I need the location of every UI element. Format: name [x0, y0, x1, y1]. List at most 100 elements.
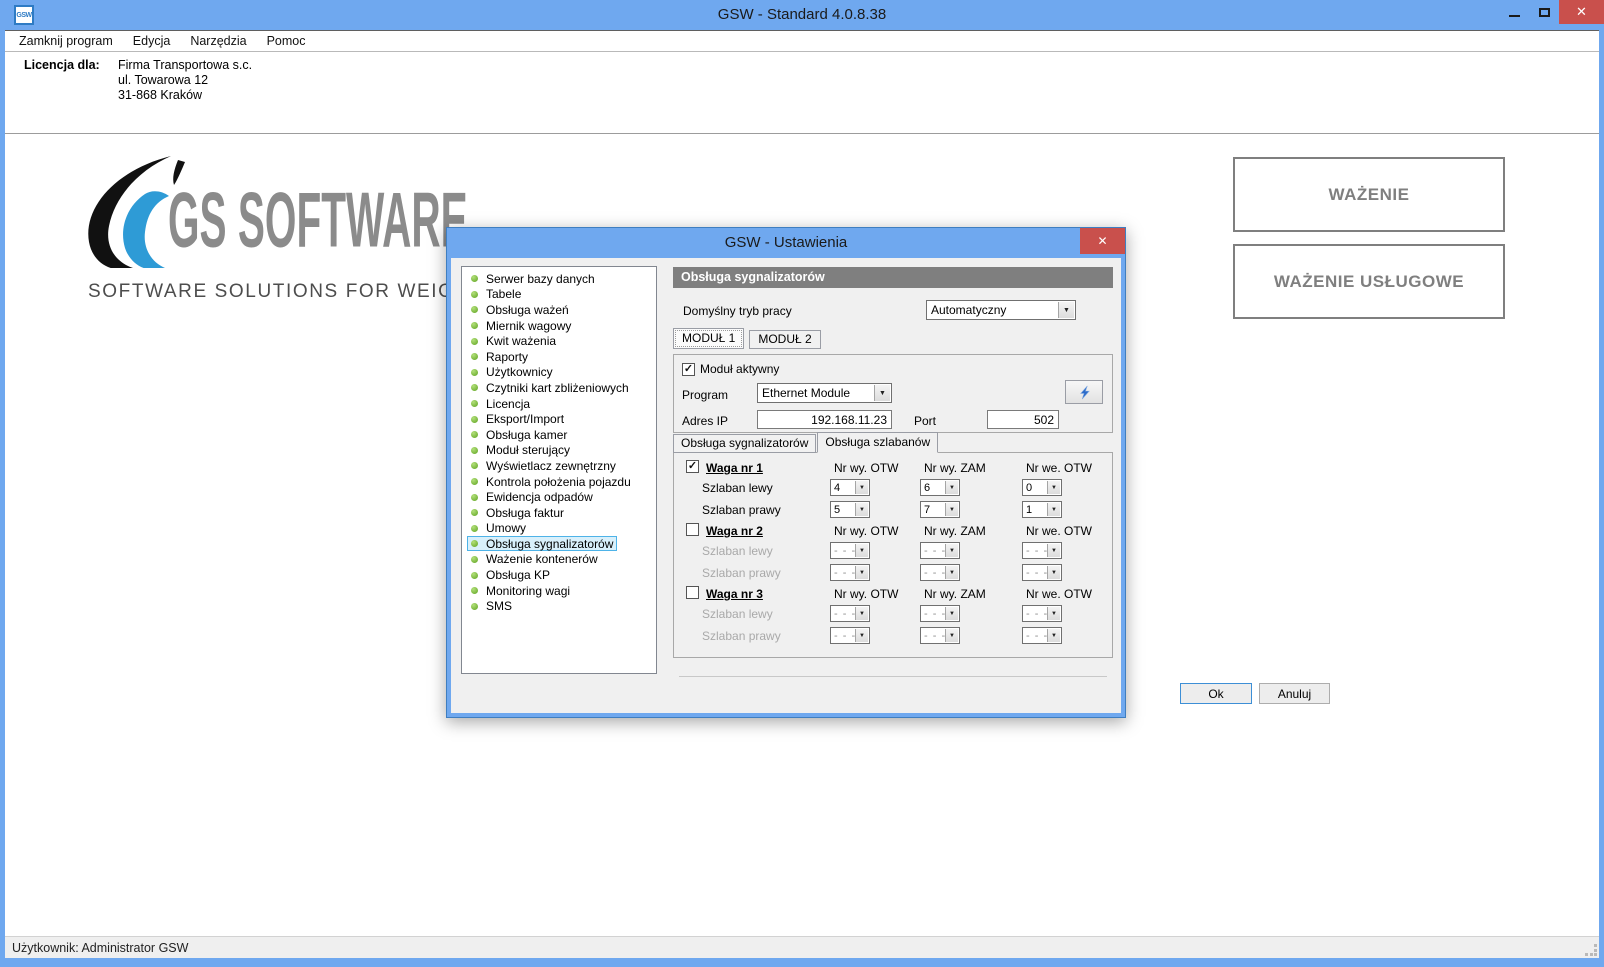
- szlaban-lewy-we-otw-select[interactable]: - - -▼: [1022, 542, 1062, 559]
- waga-nr-2-checkbox[interactable]: [686, 523, 699, 536]
- chevron-down-icon[interactable]: ▼: [945, 544, 958, 557]
- list-item-miernik-wagowy[interactable]: Miernik wagowy: [462, 318, 656, 334]
- green-dot-icon: [471, 353, 478, 360]
- chevron-down-icon[interactable]: ▼: [1047, 607, 1060, 620]
- szlaban-prawy-we-otw-select[interactable]: 1▼: [1022, 501, 1062, 518]
- szlaban-prawy-wy-zam-select[interactable]: - - -▼: [920, 564, 960, 581]
- close-button[interactable]: ✕: [1559, 0, 1604, 24]
- chevron-down-icon[interactable]: ▼: [1058, 302, 1074, 318]
- szlaban-lewy-wy-zam-select[interactable]: - - -▼: [920, 605, 960, 622]
- module-active-row[interactable]: ✓ Moduł aktywny: [682, 362, 779, 376]
- list-item-serwer-bazy-danych[interactable]: Serwer bazy danych: [462, 271, 656, 287]
- minimize-button[interactable]: [1499, 0, 1529, 24]
- list-item-obsługa-kp[interactable]: Obsługa KP: [462, 567, 656, 583]
- list-item-label: Obsługa kamer: [486, 428, 567, 442]
- list-item-label: Kwit ważenia: [486, 334, 556, 348]
- menu-item-narzędzia[interactable]: Narzędzia: [180, 31, 256, 52]
- program-select[interactable]: Ethernet Module ▼: [757, 383, 892, 403]
- szlaban-prawy-wy-zam-select[interactable]: - - -▼: [920, 627, 960, 644]
- list-item-wyświetlacz-zewnętrzny[interactable]: Wyświetlacz zewnętrzny: [462, 458, 656, 474]
- chevron-down-icon[interactable]: ▼: [874, 385, 890, 401]
- settings-dialog: GSW - Ustawienia ✕ Serwer bazy danychTab…: [446, 227, 1126, 718]
- szlaban-lewy-wy-zam-select[interactable]: 6▼: [920, 479, 960, 496]
- chevron-down-icon[interactable]: ▼: [1047, 629, 1060, 642]
- chevron-down-icon[interactable]: ▼: [945, 607, 958, 620]
- maximize-button[interactable]: [1529, 0, 1559, 24]
- dialog-close-button[interactable]: ✕: [1080, 228, 1125, 254]
- tab-moduł-2[interactable]: MODUŁ 2: [749, 330, 820, 349]
- list-item-tabele[interactable]: Tabele: [462, 287, 656, 303]
- subtab-obsługa-sygnalizatorów[interactable]: Obsługa sygnalizatorów: [673, 434, 816, 453]
- chevron-down-icon[interactable]: ▼: [945, 481, 958, 494]
- chevron-down-icon[interactable]: ▼: [855, 629, 868, 642]
- list-item-licencja[interactable]: Licencja: [462, 396, 656, 412]
- program-label: Program: [682, 388, 728, 402]
- szlaban-lewy-we-otw-select[interactable]: - - -▼: [1022, 605, 1062, 622]
- list-item-box: Kwit ważenia: [467, 334, 560, 349]
- subtab-obsługa-szlabanów[interactable]: Obsługa szlabanów: [817, 432, 938, 453]
- chevron-down-icon[interactable]: ▼: [1047, 503, 1060, 516]
- szlaban-lewy-wy-zam-select[interactable]: - - -▼: [920, 542, 960, 559]
- szlaban-prawy-wy-otw-select[interactable]: - - -▼: [830, 627, 870, 644]
- cancel-button[interactable]: Anuluj: [1259, 683, 1330, 704]
- list-item-ważenie-kontenerów[interactable]: Ważenie kontenerów: [462, 552, 656, 568]
- waga-nr-3-checkbox[interactable]: [686, 586, 699, 599]
- szlaban-prawy-wy-otw-select[interactable]: - - -▼: [830, 564, 870, 581]
- default-mode-select[interactable]: Automatyczny ▼: [926, 300, 1076, 320]
- test-connection-button[interactable]: [1065, 380, 1103, 404]
- chevron-down-icon[interactable]: ▼: [855, 481, 868, 494]
- list-item-moduł-sterujący[interactable]: Moduł sterujący: [462, 443, 656, 459]
- chevron-down-icon[interactable]: ▼: [945, 566, 958, 579]
- list-item-użytkownicy[interactable]: Użytkownicy: [462, 365, 656, 381]
- menu-item-edycja[interactable]: Edycja: [123, 31, 181, 52]
- szlaban-lewy-wy-otw-select[interactable]: - - -▼: [830, 542, 870, 559]
- chevron-down-icon[interactable]: ▼: [1047, 566, 1060, 579]
- chevron-down-icon[interactable]: ▼: [855, 566, 868, 579]
- menu-item-pomoc[interactable]: Pomoc: [257, 31, 316, 52]
- list-item-sms[interactable]: SMS: [462, 598, 656, 614]
- szlaban-prawy-we-otw-select[interactable]: - - -▼: [1022, 627, 1062, 644]
- module-active-checkbox[interactable]: ✓: [682, 363, 695, 376]
- green-dot-icon: [471, 540, 478, 547]
- ip-field[interactable]: 192.168.11.23: [757, 410, 892, 429]
- list-item-raporty[interactable]: Raporty: [462, 349, 656, 365]
- list-item-kwit-ważenia[interactable]: Kwit ważenia: [462, 333, 656, 349]
- chevron-down-icon[interactable]: ▼: [945, 629, 958, 642]
- waga-nr-1-checkbox[interactable]: ✓: [686, 460, 699, 473]
- menu-item-zamknij-program[interactable]: Zamknij program: [9, 31, 123, 52]
- list-item-czytniki-kart-zbliżeniowych[interactable]: Czytniki kart zbliżeniowych: [462, 380, 656, 396]
- wazenie-button[interactable]: WAŻENIE: [1233, 157, 1505, 232]
- szlaban-lewy-wy-otw-select[interactable]: - - -▼: [830, 605, 870, 622]
- list-item-umowy[interactable]: Umowy: [462, 521, 656, 537]
- chevron-down-icon[interactable]: ▼: [1047, 481, 1060, 494]
- chevron-down-icon[interactable]: ▼: [855, 503, 868, 516]
- column-header-we-otw: Nr we. OTW: [1026, 461, 1092, 475]
- default-mode-label: Domyślny tryb pracy: [683, 304, 792, 318]
- chevron-down-icon[interactable]: ▼: [855, 607, 868, 620]
- list-item-obsługa-ważeń[interactable]: Obsługa ważeń: [462, 302, 656, 318]
- szlaban-prawy-we-otw-select[interactable]: - - -▼: [1022, 564, 1062, 581]
- tab-moduł-1[interactable]: MODUŁ 1: [673, 328, 744, 349]
- wazenie-uslugowe-button[interactable]: WAŻENIE USŁUGOWE: [1233, 244, 1505, 319]
- program-value: Ethernet Module: [762, 384, 850, 402]
- szlaban-lewy-we-otw-select[interactable]: 0▼: [1022, 479, 1062, 496]
- ok-button[interactable]: Ok: [1180, 683, 1252, 704]
- select-value: - - -: [1026, 606, 1048, 621]
- list-item-ewidencja-odpadów[interactable]: Ewidencja odpadów: [462, 489, 656, 505]
- szlaban-prawy-wy-zam-select[interactable]: 7▼: [920, 501, 960, 518]
- list-item-obsługa-kamer[interactable]: Obsługa kamer: [462, 427, 656, 443]
- list-item-eksport-import[interactable]: Eksport/Import: [462, 411, 656, 427]
- chevron-down-icon[interactable]: ▼: [945, 503, 958, 516]
- resize-grip-icon[interactable]: [1585, 944, 1597, 956]
- szlaban-lewy-wy-otw-select[interactable]: 4▼: [830, 479, 870, 496]
- list-item-obsługa-faktur[interactable]: Obsługa faktur: [462, 505, 656, 521]
- column-header-wy-zam: Nr wy. ZAM: [924, 461, 986, 475]
- list-item-monitoring-wagi[interactable]: Monitoring wagi: [462, 583, 656, 599]
- chevron-down-icon[interactable]: ▼: [855, 544, 868, 557]
- szlaban-prawy-wy-otw-select[interactable]: 5▼: [830, 501, 870, 518]
- list-item-obsługa-sygnalizatorów[interactable]: Obsługa sygnalizatorów: [462, 536, 656, 552]
- subtabs: Obsługa sygnalizatorówObsługa szlabanów: [673, 432, 939, 453]
- port-field[interactable]: 502: [987, 410, 1059, 429]
- list-item-kontrola-położenia-pojazdu[interactable]: Kontrola położenia pojazdu: [462, 474, 656, 490]
- chevron-down-icon[interactable]: ▼: [1047, 544, 1060, 557]
